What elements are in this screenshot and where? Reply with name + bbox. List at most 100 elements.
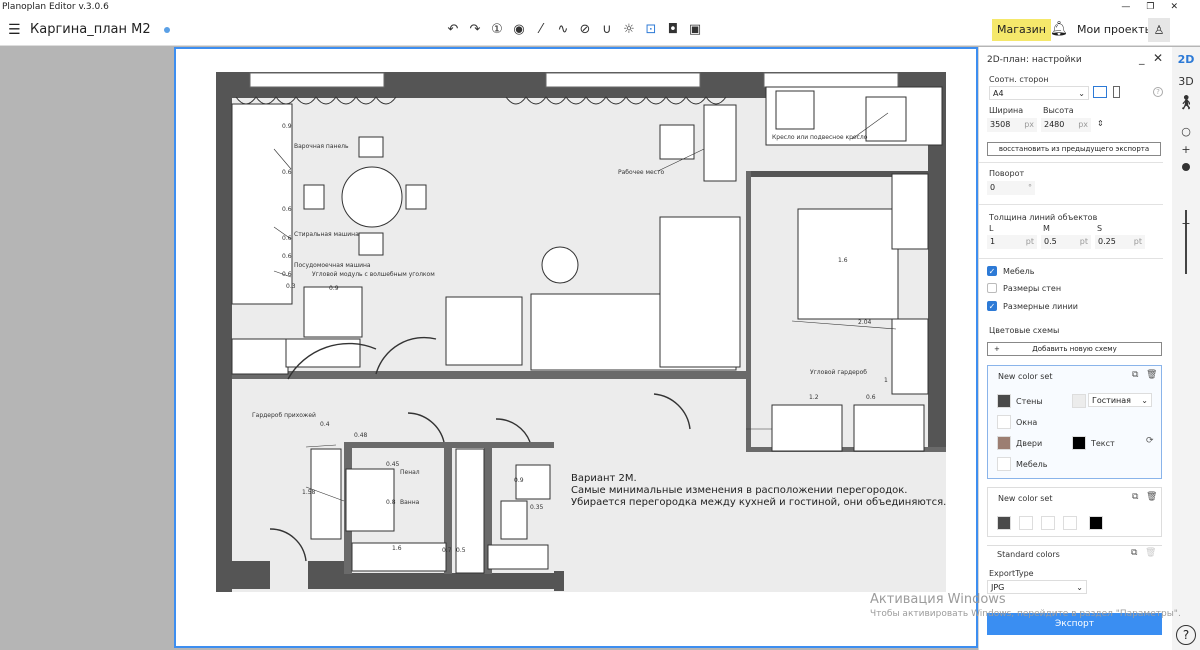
windows-swatch[interactable] (997, 415, 1011, 429)
dim-0-9: 0.9 (329, 285, 339, 292)
l-input[interactable]: 1 pt (987, 235, 1037, 249)
aspect-section: Соотн. сторон A4 ⌄ ? Ширина Высота 3508 px… (979, 69, 1163, 163)
trash-icon: 🗑︎ (1145, 548, 1157, 558)
standard-colors[interactable]: Standard colors ⧉ 🗑︎ (987, 545, 1162, 561)
dim-0-3: 0.3 (286, 283, 296, 290)
trash-icon[interactable]: 🗑︎ (1146, 370, 1157, 380)
line-thickness-label: Толщина линий объектов (989, 213, 1098, 222)
label-armchair: Кресло или подвесное кресло (772, 134, 868, 141)
draw-icon[interactable]: ∿ (554, 21, 572, 39)
wand-icon[interactable]: ⁄ (532, 21, 550, 39)
unsaved-indicator-dot (164, 27, 170, 33)
swatch[interactable] (1019, 516, 1033, 530)
magnet-icon[interactable]: ∪ (598, 21, 616, 39)
dim-0-8: 0.8 (386, 499, 396, 506)
image-icon[interactable]: ▣ (686, 21, 704, 39)
plan-note: Вариант 2М. Самые минимальные изменения в… (571, 473, 961, 509)
camera-icon[interactable]: ◘ (664, 21, 682, 39)
swatch[interactable] (1063, 516, 1077, 530)
link-toggle-icon[interactable]: ⇕ (1097, 119, 1104, 128)
rotation-input[interactable]: 0 ° (987, 181, 1035, 195)
ruler-icon[interactable]: ⊘ (576, 21, 594, 39)
landscape-icon[interactable] (1093, 86, 1107, 98)
help-circle-icon[interactable]: ? (1153, 87, 1163, 97)
room-swatch[interactable] (1072, 394, 1086, 408)
dim-lines-checkbox[interactable]: ✓ (987, 301, 997, 311)
height-input[interactable]: 2480 px (1041, 118, 1091, 132)
bell-icon[interactable]: 🔔︎ (1050, 21, 1068, 37)
help-icon[interactable]: ? (1176, 625, 1196, 645)
project-title[interactable]: Каргина_план М2 (30, 22, 151, 37)
redo-icon[interactable]: ↷ (466, 21, 484, 39)
shop-button[interactable]: Магазин (992, 19, 1051, 41)
undo-icon[interactable]: ↶ (444, 21, 462, 39)
my-projects-link[interactable]: Мои проекты (1077, 23, 1153, 36)
walk-icon[interactable]: 🚶︎ (1172, 95, 1200, 111)
minimize-icon[interactable]: _ (1139, 52, 1145, 65)
dim-0-6f: 0.6 (866, 394, 876, 401)
add-scheme-button[interactable]: + Добавить новую схему (987, 342, 1162, 356)
m-input[interactable]: 0.5 pt (1041, 235, 1091, 249)
dim-0-35: 0.35 (530, 504, 544, 511)
watermark-line1: Активация Windows (870, 592, 1006, 607)
hamburger-menu-icon[interactable]: ☰ (8, 23, 21, 37)
frame-icon[interactable]: ⊡ (642, 21, 660, 39)
windows (249, 72, 899, 88)
user-avatar-icon[interactable]: ♙ (1148, 18, 1170, 42)
s-input[interactable]: 0.25 pt (1095, 235, 1145, 249)
furniture-swatch[interactable] (997, 457, 1011, 471)
dim-0-6e: 0.6 (282, 271, 292, 278)
plan-canvas[interactable]: Варочная панель Стиральная машина Посудо… (174, 47, 978, 648)
sun-icon[interactable]: ☼ (620, 21, 638, 39)
wall-sizes-checkbox[interactable] (987, 283, 997, 293)
top-toolbar: ☰ Каргина_план М2 ↶ ↷ ① ◉ ⁄ ∿ ⊘ ∪ ☼ ⊡ ◘ ▣ Магазин 🔔… (0, 14, 1200, 46)
dim-0-9a: 0.9 (282, 123, 292, 130)
view-3d-button[interactable]: 3D (1172, 75, 1200, 88)
trash-icon[interactable]: 🗑︎ (1146, 492, 1157, 502)
dim-lines-label: Размерные линии (1003, 302, 1078, 311)
height-label: Высота (1043, 106, 1074, 115)
dim-0-7: 0.7 (442, 547, 452, 554)
set1-title: New color set (998, 372, 1053, 381)
plus-icon: + (994, 345, 1000, 353)
view-2d-button[interactable]: 2D (1172, 53, 1200, 66)
window-controls[interactable]: —❐✕ (1121, 0, 1194, 14)
dim-0-4: 0.4 (320, 421, 330, 428)
color-set-2[interactable]: New color set ⧉ 🗑︎ (987, 487, 1162, 537)
portrait-icon[interactable] (1113, 86, 1120, 98)
width-input[interactable]: 3508 px (987, 118, 1037, 132)
swatch[interactable] (1041, 516, 1055, 530)
dim-1-58: 1.58 (302, 489, 316, 496)
furniture-color-label: Мебель (1016, 460, 1048, 469)
furniture-checkbox[interactable]: ✓ (987, 266, 997, 276)
label-dishwasher: Посудомоечная машина (294, 262, 371, 269)
color-set-1[interactable]: New color set ⧉ 🗑︎ Стены Гостиная ⌄ Окна Д… (987, 365, 1162, 479)
zoom-out-icon[interactable]: − (1172, 217, 1200, 230)
info-icon[interactable]: ① (488, 21, 506, 39)
target-icon[interactable]: ○ (1172, 125, 1200, 138)
close-icon[interactable]: ✕ (1153, 51, 1163, 65)
refresh-icon[interactable]: ⟳ (1146, 436, 1154, 446)
set2-title: New color set (998, 494, 1053, 503)
text-swatch[interactable] (1072, 436, 1086, 450)
dim-0-6d: 0.6 (282, 253, 292, 260)
room-select[interactable]: Гостиная ⌄ (1088, 393, 1152, 407)
copy-icon[interactable]: ⧉ (1131, 548, 1137, 558)
furniture-label: Мебель (1003, 267, 1035, 276)
dim-0-9b: 0.9 (514, 477, 524, 484)
walls-swatch[interactable] (997, 394, 1011, 408)
restore-button[interactable]: восстановить из предыдущего экспорта (987, 142, 1161, 156)
label-workplace: Рабочее место (618, 169, 665, 176)
copy-icon[interactable]: ⧉ (1132, 492, 1138, 502)
label-washer: Стиральная машина (294, 231, 359, 238)
doors-swatch[interactable] (997, 436, 1011, 450)
zoom-slider-thumb[interactable] (1182, 163, 1190, 171)
swatch[interactable] (1089, 516, 1103, 530)
swatch[interactable] (997, 516, 1011, 530)
panel-title: 2D-план: настройки (987, 55, 1082, 65)
zoom-in-icon[interactable]: + (1172, 143, 1200, 156)
eye-icon[interactable]: ◉ (510, 21, 528, 39)
aspect-select[interactable]: A4 ⌄ (989, 86, 1089, 100)
copy-icon[interactable]: ⧉ (1132, 370, 1138, 380)
dim-1-2: 1.2 (809, 394, 819, 401)
